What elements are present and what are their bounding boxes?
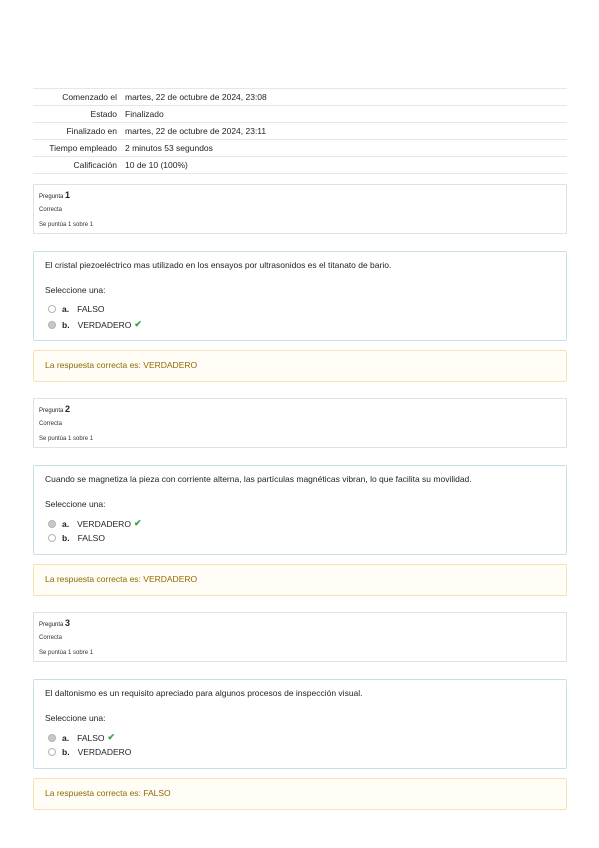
summary-value: martes, 22 de octubre de 2024, 23:11	[125, 126, 267, 136]
question-text: El cristal piezoeléctrico mas utilizado …	[45, 260, 392, 270]
option-label: FALSO	[77, 533, 105, 543]
summary-row-time: Tiempo empleado 2 minutos 53 segundos	[33, 139, 567, 156]
feedback-text: La respuesta correcta es: VERDADERO	[45, 360, 198, 370]
option-letter: a.	[62, 732, 70, 743]
option-label: VERDADERO	[77, 747, 132, 757]
question-prefix: Pregunta	[39, 622, 64, 628]
check-icon: ✔	[134, 319, 142, 329]
option-label: FALSO	[77, 732, 105, 743]
question-grade: Se puntúa 1 sobre 1	[39, 436, 94, 442]
check-icon: ✔	[107, 732, 116, 742]
summary-row-started: Comenzado el martes, 22 de octubre de 20…	[33, 88, 567, 105]
question-state: Correcta	[39, 207, 63, 213]
radio-icon[interactable]	[48, 748, 56, 756]
option-letter: a.	[62, 518, 70, 529]
answer-prompt: Seleccione una:	[45, 499, 106, 509]
option-label: FALSO	[77, 304, 105, 314]
summary-row-grade: Calificación 10 de 10 (100%)	[33, 156, 567, 174]
question-number-value: 1	[65, 190, 71, 200]
question-number: Pregunta 3	[39, 618, 70, 628]
question-grade: Se puntúa 1 sobre 1	[39, 650, 94, 656]
question-prefix: Pregunta	[39, 408, 64, 414]
question-formulation-1: El cristal piezoeléctrico mas utilizado …	[33, 251, 567, 341]
check-icon: ✔	[133, 518, 142, 528]
question-text: El daltonismo es un requisito apreciado …	[45, 688, 363, 698]
summary-label: Calificación	[73, 160, 117, 170]
radio-icon[interactable]	[48, 733, 56, 742]
radio-icon[interactable]	[48, 320, 56, 329]
option-letter: a.	[62, 304, 70, 314]
question-formulation-3: El daltonismo es un requisito apreciado …	[33, 679, 567, 769]
option-letter: b.	[62, 533, 70, 543]
answer-option-b[interactable]: b. VERDADERO	[48, 747, 131, 757]
question-state: Correcta	[39, 635, 63, 641]
feedback-text: La respuesta correcta es: VERDADERO	[45, 574, 198, 584]
attempt-summary-table: Comenzado el martes, 22 de octubre de 20…	[33, 88, 567, 174]
option-label: VERDADERO	[77, 319, 132, 330]
question-number-value: 2	[65, 404, 71, 414]
summary-value: 10 de 10 (100%)	[125, 160, 188, 170]
summary-value: martes, 22 de octubre de 2024, 23:08	[125, 92, 267, 102]
question-grade: Se puntúa 1 sobre 1	[39, 222, 94, 228]
question-prefix: Pregunta	[39, 194, 64, 200]
question-text: Cuando se magnetiza la pieza con corrien…	[45, 474, 472, 484]
summary-row-finished: Finalizado en martes, 22 de octubre de 2…	[33, 122, 567, 139]
correct-answer-feedback-3: La respuesta correcta es: FALSO	[33, 778, 567, 810]
question-state: Correcta	[39, 421, 63, 427]
correct-answer-feedback-2: La respuesta correcta es: VERDADERO	[33, 564, 567, 596]
question-number: Pregunta 2	[39, 404, 70, 414]
answer-option-b[interactable]: b. FALSO	[48, 533, 105, 543]
question-number-value: 3	[65, 618, 71, 628]
answer-prompt: Seleccione una:	[45, 713, 106, 723]
summary-value: 2 minutos 53 segundos	[125, 143, 213, 153]
answer-option-b[interactable]: b. VERDADERO ✔	[48, 319, 142, 330]
answer-option-a[interactable]: a. VERDADERO ✔	[48, 518, 141, 529]
question-number: Pregunta 1	[39, 190, 70, 200]
option-label: VERDADERO	[77, 518, 131, 529]
summary-label: Finalizado en	[66, 126, 117, 136]
answer-prompt: Seleccione una:	[45, 285, 106, 295]
feedback-text: La respuesta correcta es: FALSO	[45, 788, 171, 798]
option-letter: b.	[62, 747, 70, 757]
question-info-1: Pregunta 1 Correcta Se puntúa 1 sobre 1	[33, 184, 567, 234]
summary-label: Estado	[90, 109, 117, 119]
question-info-2: Pregunta 2 Correcta Se puntúa 1 sobre 1	[33, 398, 567, 448]
answer-option-a[interactable]: a. FALSO ✔	[48, 732, 115, 743]
radio-icon[interactable]	[48, 519, 56, 528]
correct-answer-feedback-1: La respuesta correcta es: VERDADERO	[33, 350, 567, 382]
summary-label: Comenzado el	[62, 92, 117, 102]
summary-value: Finalizado	[125, 109, 164, 119]
summary-row-state: Estado Finalizado	[33, 105, 567, 122]
radio-icon[interactable]	[48, 305, 56, 313]
radio-icon[interactable]	[48, 534, 56, 542]
question-formulation-2: Cuando se magnetiza la pieza con corrien…	[33, 465, 567, 555]
summary-label: Tiempo empleado	[49, 143, 117, 153]
option-letter: b.	[62, 319, 70, 330]
question-info-3: Pregunta 3 Correcta Se puntúa 1 sobre 1	[33, 612, 567, 662]
answer-option-a[interactable]: a. FALSO	[48, 304, 105, 314]
